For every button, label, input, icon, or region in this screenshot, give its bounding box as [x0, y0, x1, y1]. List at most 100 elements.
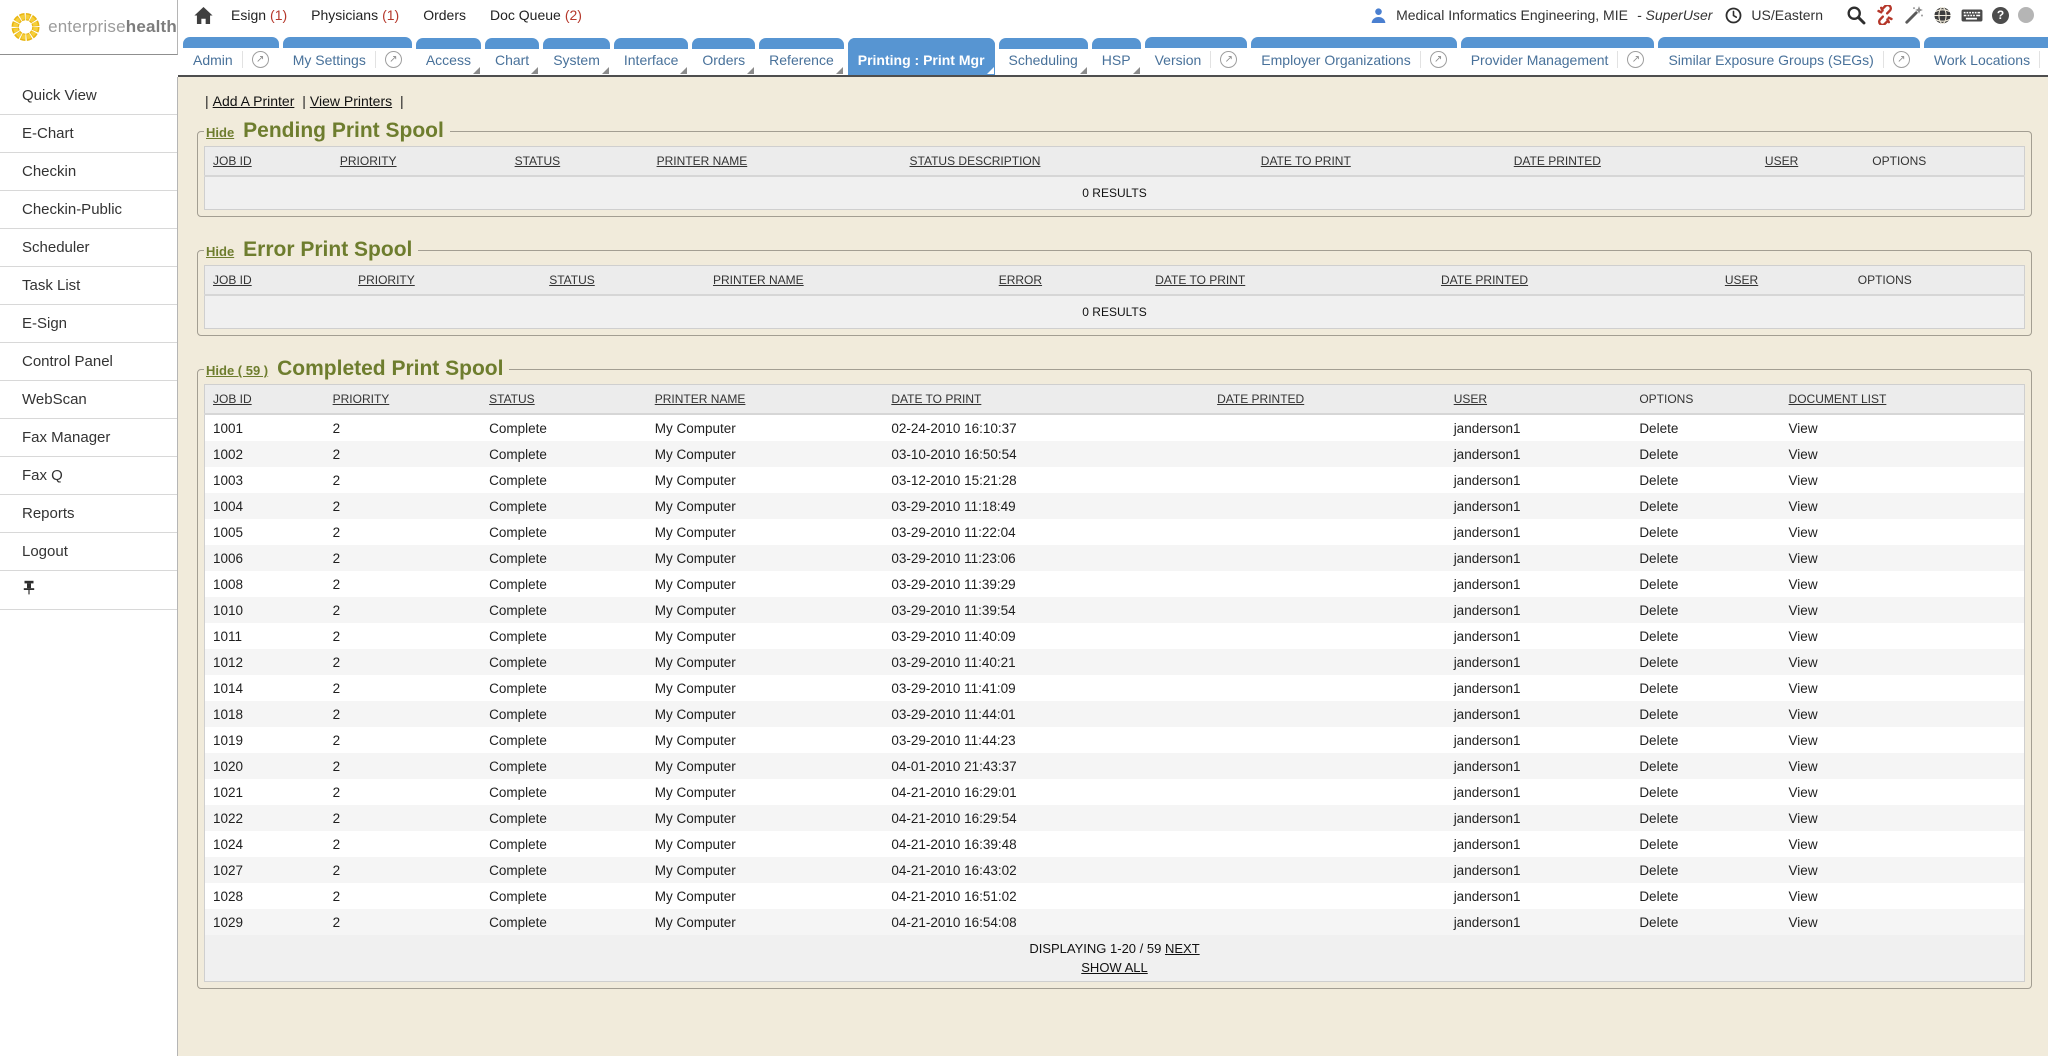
tab-scheduling[interactable]: Scheduling	[999, 38, 1088, 75]
view-link[interactable]: View	[1789, 629, 1818, 644]
tab-orders[interactable]: Orders	[692, 38, 755, 75]
column-header-printer-name[interactable]: PRINTER NAME	[705, 266, 991, 296]
tab-employer-organizations[interactable]: Employer Organizations ↗	[1251, 37, 1456, 75]
hide-error-link[interactable]: Hide	[206, 244, 234, 259]
sidebar-item-control-panel[interactable]: Control Panel	[0, 343, 177, 381]
delete-link[interactable]: Delete	[1639, 447, 1678, 462]
hide-completed-link[interactable]: Hide ( 59 )	[206, 363, 268, 378]
sidebar-item-fax-manager[interactable]: Fax Manager	[0, 419, 177, 457]
wand-icon[interactable]	[1904, 5, 1924, 25]
column-header-date-printed[interactable]: DATE PRINTED	[1209, 385, 1446, 415]
column-header-user[interactable]: USER	[1717, 266, 1850, 296]
sidebar-item-e-sign[interactable]: E-Sign	[0, 305, 177, 343]
column-header-printer-name[interactable]: PRINTER NAME	[649, 147, 902, 177]
tab-access[interactable]: Access	[416, 38, 481, 75]
delete-link[interactable]: Delete	[1639, 863, 1678, 878]
column-header-user[interactable]: USER	[1446, 385, 1632, 415]
sidebar-item-checkin-public[interactable]: Checkin-Public	[0, 191, 177, 229]
delete-link[interactable]: Delete	[1639, 577, 1678, 592]
column-header-status[interactable]: STATUS	[507, 147, 649, 177]
delete-link[interactable]: Delete	[1639, 655, 1678, 670]
sidebar-item-fax-q[interactable]: Fax Q	[0, 457, 177, 495]
sidebar-item-webscan[interactable]: WebScan	[0, 381, 177, 419]
view-link[interactable]: View	[1789, 447, 1818, 462]
tab-my-settings[interactable]: My Settings ↗	[283, 37, 412, 75]
view-link[interactable]: View	[1789, 837, 1818, 852]
delete-link[interactable]: Delete	[1639, 759, 1678, 774]
column-header-user[interactable]: USER	[1757, 147, 1864, 177]
delete-link[interactable]: Delete	[1639, 629, 1678, 644]
column-header-date-to-print[interactable]: DATE TO PRINT	[883, 385, 1209, 415]
column-header-job-id[interactable]: JOB ID	[205, 147, 332, 177]
help-icon[interactable]: ?	[1992, 7, 2009, 24]
delete-link[interactable]: Delete	[1639, 915, 1678, 930]
broken-link-icon[interactable]	[1875, 5, 1895, 25]
nav-item-orders[interactable]: Orders	[423, 7, 466, 23]
delete-link[interactable]: Delete	[1639, 681, 1678, 696]
delete-link[interactable]: Delete	[1639, 525, 1678, 540]
delete-link[interactable]: Delete	[1639, 473, 1678, 488]
column-header-date-to-print[interactable]: DATE TO PRINT	[1253, 147, 1506, 177]
delete-link[interactable]: Delete	[1639, 499, 1678, 514]
hide-pending-link[interactable]: Hide	[206, 125, 234, 140]
nav-item-physicians[interactable]: Physicians(1)	[311, 7, 399, 23]
view-link[interactable]: View	[1789, 863, 1818, 878]
app-logo[interactable]: enterprisehealth	[0, 0, 178, 55]
view-link[interactable]: View	[1789, 785, 1818, 800]
view-link[interactable]: View	[1789, 681, 1818, 696]
tab-admin[interactable]: Admin ↗	[183, 37, 279, 75]
view-link[interactable]: View	[1789, 551, 1818, 566]
tab-reference[interactable]: Reference	[759, 38, 844, 75]
sidebar-pin[interactable]	[0, 571, 177, 610]
delete-link[interactable]: Delete	[1639, 811, 1678, 826]
view-link[interactable]: View	[1789, 603, 1818, 618]
column-header-date-printed[interactable]: DATE PRINTED	[1506, 147, 1757, 177]
column-header-priority[interactable]: PRIORITY	[325, 385, 482, 415]
tab-similar-exposure-groups-segs[interactable]: Similar Exposure Groups (SEGs) ↗	[1658, 37, 1919, 75]
column-header-date-printed[interactable]: DATE PRINTED	[1433, 266, 1717, 296]
delete-link[interactable]: Delete	[1639, 785, 1678, 800]
view-printers-link[interactable]: View Printers	[310, 93, 392, 109]
view-link[interactable]: View	[1789, 525, 1818, 540]
delete-link[interactable]: Delete	[1639, 421, 1678, 436]
delete-link[interactable]: Delete	[1639, 837, 1678, 852]
delete-link[interactable]: Delete	[1639, 733, 1678, 748]
column-header-job-id[interactable]: JOB ID	[205, 385, 325, 415]
sidebar-item-e-chart[interactable]: E-Chart	[0, 115, 177, 153]
column-header-status[interactable]: STATUS	[541, 266, 705, 296]
add-a-printer-link[interactable]: Add A Printer	[213, 93, 295, 109]
column-header-error[interactable]: ERROR	[991, 266, 1148, 296]
delete-link[interactable]: Delete	[1639, 707, 1678, 722]
tab-chart[interactable]: Chart	[485, 38, 539, 75]
sidebar-item-logout[interactable]: Logout	[0, 533, 177, 571]
column-header-printer-name[interactable]: PRINTER NAME	[647, 385, 884, 415]
column-header-document-list[interactable]: DOCUMENT LIST	[1781, 385, 2025, 415]
tab-work-locations[interactable]: Work Locations ↗	[1924, 37, 2048, 75]
column-header-status-description[interactable]: STATUS DESCRIPTION	[902, 147, 1253, 177]
sidebar-item-checkin[interactable]: Checkin	[0, 153, 177, 191]
globe-icon[interactable]	[1933, 6, 1952, 25]
sidebar-item-quick-view[interactable]: Quick View	[0, 77, 177, 115]
tab-system[interactable]: System	[543, 38, 610, 75]
view-link[interactable]: View	[1789, 759, 1818, 774]
search-icon[interactable]	[1846, 5, 1866, 25]
view-link[interactable]: View	[1789, 889, 1818, 904]
show-all-link[interactable]: SHOW ALL	[1081, 960, 1147, 975]
delete-link[interactable]: Delete	[1639, 551, 1678, 566]
view-link[interactable]: View	[1789, 473, 1818, 488]
view-link[interactable]: View	[1789, 655, 1818, 670]
column-header-priority[interactable]: PRIORITY	[332, 147, 507, 177]
delete-link[interactable]: Delete	[1639, 889, 1678, 904]
tab-hsp[interactable]: HSP	[1092, 38, 1141, 75]
tab-version[interactable]: Version ↗	[1145, 37, 1248, 75]
view-link[interactable]: View	[1789, 915, 1818, 930]
view-link[interactable]: View	[1789, 499, 1818, 514]
tab-interface[interactable]: Interface	[614, 38, 688, 75]
next-page-link[interactable]: NEXT	[1165, 941, 1200, 956]
sidebar-item-task-list[interactable]: Task List	[0, 267, 177, 305]
column-header-job-id[interactable]: JOB ID	[205, 266, 351, 296]
view-link[interactable]: View	[1789, 421, 1818, 436]
tab-printing-print-mgr[interactable]: Printing : Print Mgr	[848, 38, 995, 75]
sidebar-item-reports[interactable]: Reports	[0, 495, 177, 533]
nav-item-esign[interactable]: Esign(1)	[231, 7, 287, 23]
